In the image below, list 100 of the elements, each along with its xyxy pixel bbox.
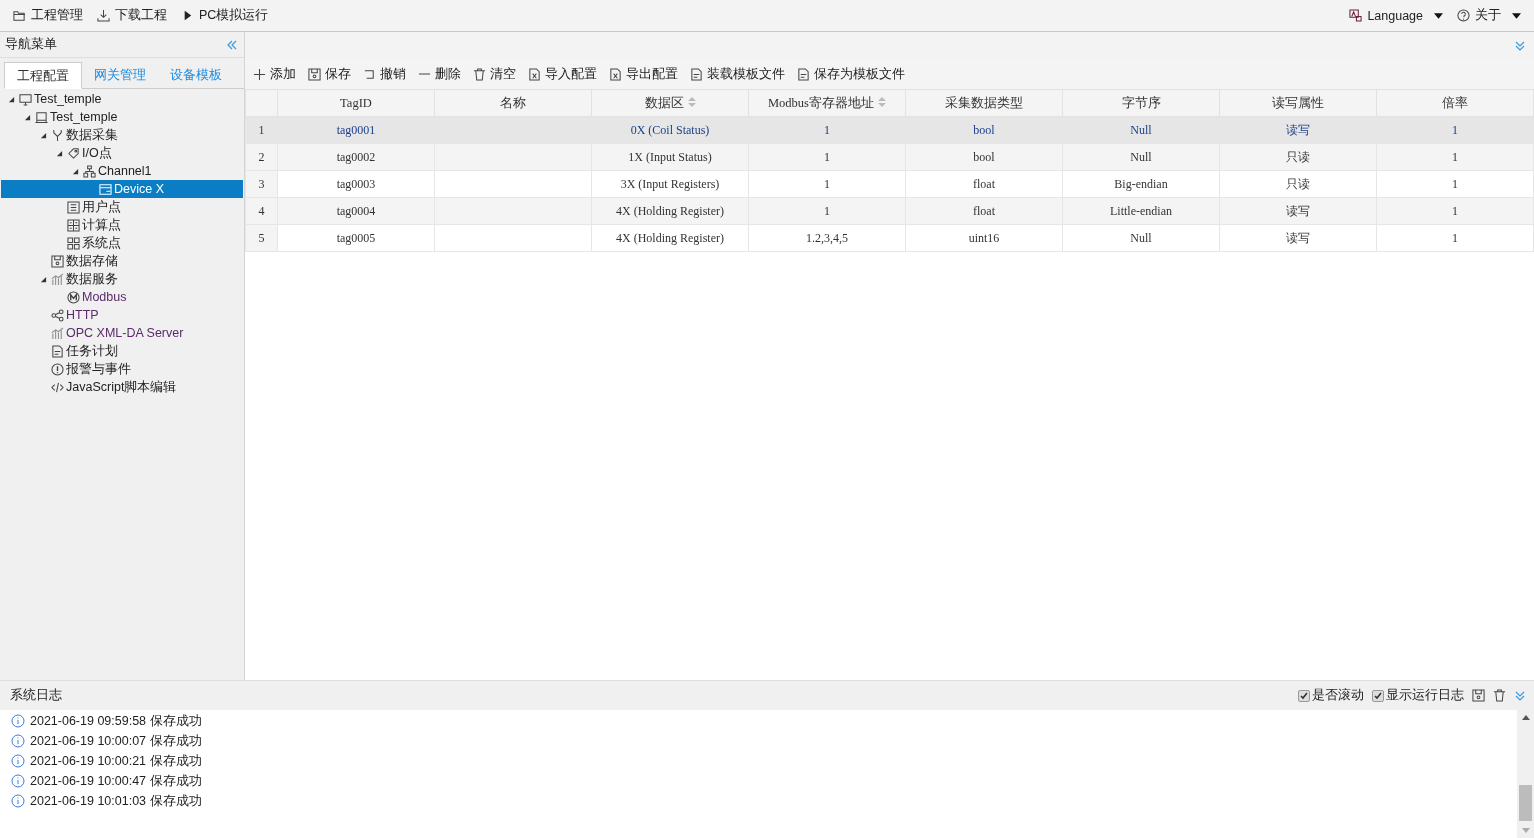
expand-arrow-icon[interactable] [39,131,47,139]
tab[interactable]: 工程配置 [4,62,82,89]
tree-item[interactable]: Modbus [1,288,243,306]
toolbar-button[interactable]: 导出配置 [609,65,678,83]
checkbox[interactable]: 是否滚动 [1298,687,1364,704]
device-icon [99,182,112,196]
table-cell: 4X (Holding Register) [591,224,749,252]
row-number: 1 [245,116,278,144]
sort-icon[interactable] [878,96,886,107]
tree-item[interactable]: 计算点 [1,216,243,234]
tree-item[interactable]: 数据采集 [1,126,243,144]
alert-icon [51,362,64,376]
table-cell: Null [1062,116,1220,144]
sort-icon[interactable] [687,96,696,107]
tree-item[interactable]: 数据存储 [1,252,243,270]
checkbox[interactable]: 显示运行日志 [1372,687,1464,704]
caret-icon [1434,12,1443,19]
table-cell: float [905,197,1063,225]
table-cell: 4X (Holding Register) [591,197,749,225]
toolbar-button[interactable]: 保存 [308,65,351,83]
table-cell: 只读 [1219,143,1377,171]
column-header: 倍率 [1376,89,1534,117]
expand-arrow-icon[interactable] [23,113,31,121]
table-cell: bool [905,143,1063,171]
toolbar-button[interactable]: 导入配置 [528,65,597,83]
expand-arrow-icon[interactable] [7,95,15,103]
table-cell: tag0003 [277,170,435,198]
tree-item[interactable]: Test_temple [1,90,243,108]
table-cell: tag0005 [277,224,435,252]
log-entry: 2021-06-19 10:00:47 保存成功 [30,772,202,790]
menu-button[interactable]: PC模拟运行 [178,5,272,26]
table-cell: 读写 [1219,224,1377,252]
dropdown-menu-button[interactable]: Language [1346,6,1446,25]
column-header[interactable]: 数据区 [591,89,749,117]
tree-item[interactable]: I/O点 [1,144,243,162]
tree-item[interactable]: Channel1 [1,162,243,180]
tree-item[interactable]: Test_temple [1,108,243,126]
scrollbar-thumb[interactable] [1519,785,1532,821]
scroll-down-arrow-icon[interactable] [1521,828,1530,833]
table-cell: 1X (Input Status) [591,143,749,171]
network-icon [83,164,96,178]
dropdown-menu-button[interactable]: 关于 [1454,5,1524,26]
table-cell: Null [1062,224,1220,252]
tree-item[interactable]: 数据服务 [1,270,243,288]
menu-button[interactable]: 下载工程 [94,5,170,26]
table-cell: 1 [748,143,906,171]
folder-icon [13,9,26,22]
info-icon [11,714,25,728]
modbus-icon [67,290,80,304]
doc-icon [51,344,64,358]
tree-item[interactable]: OPC XML-DA Server [1,324,243,342]
scroll-up-arrow-icon[interactable] [1521,715,1530,720]
save-icon [1472,689,1485,702]
table-row[interactable]: 1 tag0001 0X (Coil Status) 1 bool Null 读写 1 [245,116,1534,144]
tree-item[interactable]: JavaScript脚本编辑 [1,378,243,396]
tree-item[interactable]: HTTP [1,306,243,324]
expand-arrow-icon[interactable] [55,149,63,157]
toolbar-button[interactable]: 撤销 [363,65,406,83]
tree-item[interactable]: 用户点 [1,198,243,216]
info-icon [11,734,25,748]
table-row[interactable]: 3 tag0003 3X (Input Registers) 1 float Big-endian 只读 1 [245,170,1534,198]
table-cell: bool [905,116,1063,144]
table-cell: 1 [1376,143,1534,171]
toolbar-button[interactable]: 装载模板文件 [690,65,785,83]
toolbar-button[interactable]: 添加 [253,65,296,83]
tree-item[interactable]: 报警与事件 [1,360,243,378]
collapse-icon[interactable] [226,38,238,51]
download-icon [97,9,110,22]
calc-icon [67,218,80,232]
table-row[interactable]: 4 tag0004 4X (Holding Register) 1 float Little-endian 读写 1 [245,197,1534,225]
column-header[interactable]: Modbus寄存器地址 [748,89,906,117]
tree-item[interactable]: 系统点 [1,234,243,252]
toolbar-button[interactable]: 保存为模板文件 [797,65,905,83]
expand-arrow-icon[interactable] [71,167,79,175]
toolbar-button[interactable]: 清空 [473,65,516,83]
tree-item[interactable]: Device X [1,180,243,198]
monitor-icon [19,92,32,106]
undo-icon [363,67,376,81]
column-header: 名称 [434,89,592,117]
doc-icon [690,67,703,81]
toolbar-button[interactable]: 删除 [418,65,461,83]
table-cell: 读写 [1219,116,1377,144]
grid-icon [67,236,80,250]
table-row[interactable]: 2 tag0002 1X (Input Status) 1 bool Null 只读 1 [245,143,1534,171]
expand-arrow-icon[interactable] [39,275,47,283]
collapse-icon[interactable] [1514,39,1526,52]
scrollbar[interactable] [1517,710,1534,838]
table-cell: Big-endian [1062,170,1220,198]
table-cell: 3X (Input Registers) [591,170,749,198]
code-icon [51,380,64,394]
chart-icon [51,326,64,340]
table-cell: 1 [748,170,906,198]
collapse-icon[interactable] [1514,689,1526,702]
table-row[interactable]: 5 tag0005 4X (Holding Register) 1.2,3,4,5 uint16 Null 读写 1 [245,224,1534,252]
menu-button[interactable]: 工程管理 [10,5,86,26]
tree-item[interactable]: 任务计划 [1,342,243,360]
excel-icon [609,67,622,81]
chart-icon [51,272,64,286]
log-entry: 2021-06-19 10:01:03 保存成功 [30,792,202,810]
table-cell: float [905,170,1063,198]
